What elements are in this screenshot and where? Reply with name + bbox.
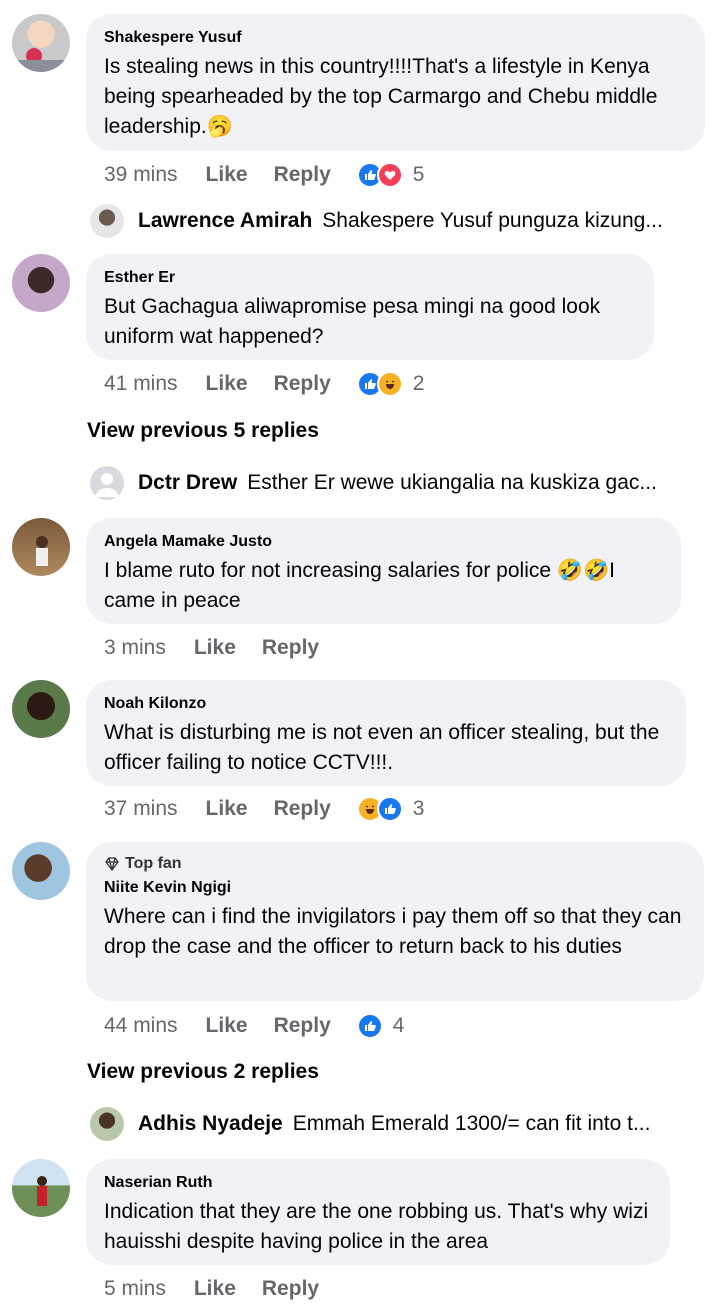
comment-bubble: Esther Er But Gachagua aliwapromise pesa… <box>86 254 654 360</box>
avatar-photo <box>37 1176 47 1206</box>
comment-bubble: Top fan Niite Kevin Ngigi Where can i fi… <box>86 842 704 1001</box>
reply-button[interactable]: Reply <box>262 636 319 660</box>
reply-text: Emmah Emerald 1300/= can fit into t... <box>292 1112 651 1135</box>
comment-time[interactable]: 37 mins <box>104 797 178 821</box>
comment-time[interactable]: 39 mins <box>104 163 178 187</box>
reply-text: Esther Er wewe ukiangalia na kuskiza gac… <box>247 471 657 494</box>
comment-actions: 41 mins Like Reply 2 <box>104 368 424 400</box>
reactions[interactable] <box>356 371 403 397</box>
comment-actions: 5 mins Like Reply <box>104 1273 345 1305</box>
like-button[interactable]: Like <box>194 1277 236 1301</box>
view-previous-replies[interactable]: View previous 2 replies <box>87 1060 319 1084</box>
comment-bubble: Angela Mamake Justo I blame ruto for not… <box>86 518 681 624</box>
reaction-count[interactable]: 4 <box>393 1014 405 1038</box>
comment-time[interactable]: 41 mins <box>104 372 178 396</box>
comment-author[interactable]: Noah Kilonzo <box>104 694 668 714</box>
comment-text: But Gachagua aliwapromise pesa mingi na … <box>104 295 601 348</box>
reply-button[interactable]: Reply <box>274 372 331 396</box>
reply-button[interactable]: Reply <box>274 797 331 821</box>
comment-text: What is disturbing me is not even an off… <box>104 721 660 774</box>
top-fan-badge: Top fan <box>104 854 686 874</box>
comment-author[interactable]: Angela Mamake Justo <box>104 532 663 552</box>
reply-text: Shakespere Yusuf punguza kizung... <box>322 209 663 232</box>
reactions[interactable] <box>356 796 403 822</box>
comment-text: Indication that they are the one robbing… <box>104 1200 649 1253</box>
like-button[interactable]: Like <box>206 372 248 396</box>
comment-author[interactable]: Niite Kevin Ngigi <box>104 878 686 898</box>
like-button[interactable]: Like <box>206 163 248 187</box>
comment-actions: 39 mins Like Reply 5 <box>104 159 424 191</box>
avatar[interactable] <box>12 842 70 900</box>
avatar[interactable] <box>12 14 70 72</box>
reply-author[interactable]: Lawrence Amirah <box>138 209 312 233</box>
avatar[interactable] <box>12 254 70 312</box>
comment-time[interactable]: 5 mins <box>104 1277 166 1301</box>
like-button[interactable]: Like <box>206 1014 248 1038</box>
top-fan-label: Top fan <box>125 855 182 872</box>
reply-preview[interactable]: Lawrence Amirah Shakespere Yusuf punguza… <box>90 204 663 238</box>
reaction-count[interactable]: 2 <box>413 372 425 396</box>
comment-author[interactable]: Naserian Ruth <box>104 1173 652 1193</box>
comment-bubble: Naserian Ruth Indication that they are t… <box>86 1159 670 1265</box>
reaction-count[interactable]: 3 <box>413 797 425 821</box>
diamond-icon <box>105 857 119 871</box>
comment-actions: 44 mins Like Reply 4 <box>104 1010 404 1042</box>
reactions[interactable] <box>356 1013 383 1039</box>
reaction-count[interactable]: 5 <box>413 163 425 187</box>
comment-time[interactable]: 3 mins <box>104 636 166 660</box>
reply-avatar <box>90 204 124 238</box>
comment-actions: 37 mins Like Reply 3 <box>104 793 424 825</box>
like-reaction-icon <box>356 1013 383 1039</box>
reactions[interactable] <box>356 162 403 188</box>
reply-button[interactable]: Reply <box>274 163 331 187</box>
like-reaction-icon <box>376 796 403 822</box>
comment-author[interactable]: Esther Er <box>104 268 636 288</box>
reply-button[interactable]: Reply <box>274 1014 331 1038</box>
reply-author[interactable]: Dctr Drew <box>138 471 237 495</box>
comment-author[interactable]: Shakespere Yusuf <box>104 28 687 48</box>
reply-button[interactable]: Reply <box>262 1277 319 1301</box>
reply-author[interactable]: Adhis Nyadeje <box>138 1112 283 1136</box>
reply-avatar <box>90 466 124 500</box>
reply-preview[interactable]: Dctr Drew Esther Er wewe ukiangalia na k… <box>90 466 657 500</box>
default-user-icon <box>95 473 119 497</box>
like-button[interactable]: Like <box>194 636 236 660</box>
avatar[interactable] <box>12 680 70 738</box>
comment-text: Where can i find the invigilators i pay … <box>104 905 682 958</box>
avatar-photo <box>36 536 48 566</box>
comment-text: Is stealing news in this country!!!!That… <box>104 55 658 138</box>
comment-bubble: Noah Kilonzo What is disturbing me is no… <box>86 680 686 786</box>
comment-bubble: Shakespere Yusuf Is stealing news in thi… <box>86 14 705 151</box>
comment-text: I blame ruto for not increasing salaries… <box>104 559 616 612</box>
reply-preview[interactable]: Adhis Nyadeje Emmah Emerald 1300/= can f… <box>90 1107 650 1141</box>
like-button[interactable]: Like <box>206 797 248 821</box>
avatar-photo <box>12 48 70 72</box>
haha-reaction-icon <box>376 371 403 397</box>
comment-time[interactable]: 44 mins <box>104 1014 178 1038</box>
comment-actions: 3 mins Like Reply <box>104 632 345 664</box>
avatar[interactable] <box>12 518 70 576</box>
love-reaction-icon <box>376 162 403 188</box>
reply-avatar <box>90 1107 124 1141</box>
view-previous-replies[interactable]: View previous 5 replies <box>87 419 319 443</box>
avatar[interactable] <box>12 1159 70 1217</box>
